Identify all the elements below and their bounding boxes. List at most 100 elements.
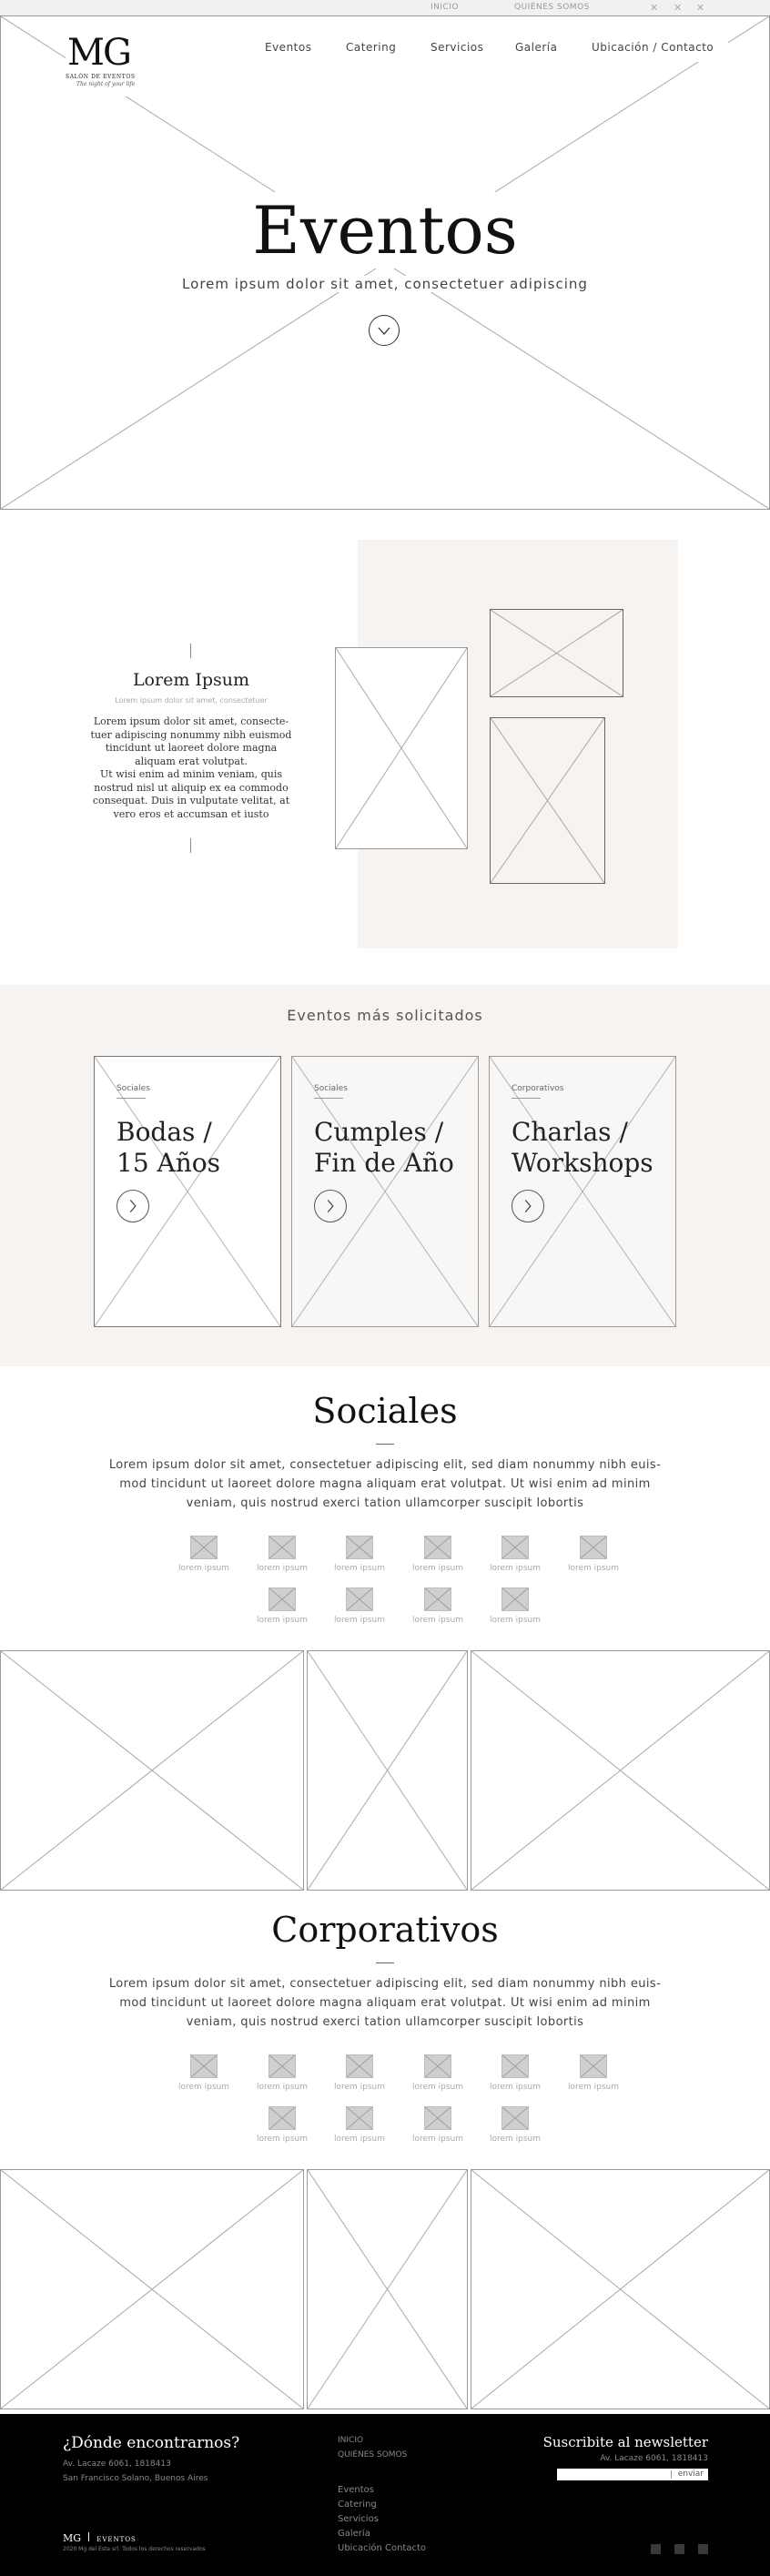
hero-title-wrap: Eventos — [0, 189, 770, 271]
corporativos-thumbnail-label: lorem ipsum — [256, 2135, 309, 2144]
sociales-text: Lorem ipsum dolor sit amet, consectetuer… — [108, 1458, 662, 1510]
chevron-right-icon — [129, 1199, 137, 1213]
corporativos-thumbnail[interactable] — [346, 2106, 373, 2130]
corporativos-thumbnail[interactable] — [190, 2054, 218, 2078]
popular-title: Eventos más solicitados — [287, 1007, 483, 1024]
sociales-thumbnail-label: lorem ipsum — [256, 1564, 309, 1573]
about-image-3 — [490, 717, 605, 884]
card-arrow-button[interactable] — [117, 1190, 149, 1222]
sociales-thumbnail[interactable] — [268, 1536, 296, 1559]
corporativos-thumbnail-label: lorem ipsum — [489, 2135, 542, 2144]
scroll-down-button[interactable] — [369, 315, 400, 346]
card-arrow-button[interactable] — [314, 1190, 347, 1222]
sociales-thumbnail-label: lorem ipsum — [489, 1564, 542, 1573]
card-category: Corporativos — [512, 1084, 564, 1093]
event-card-charlas[interactable]: Corporativos Charlas / Workshops — [489, 1056, 676, 1327]
sociales-thumbnail[interactable] — [424, 1587, 451, 1611]
logo-tagline: The night of your life — [76, 81, 136, 87]
footer-link-eventos[interactable]: Eventos — [338, 2485, 374, 2495]
sociales-thumbnail[interactable] — [424, 1536, 451, 1559]
about-subtitle: Lorem ipsum dolor sit amet, consectetuer — [115, 696, 268, 705]
sociales-thumbnail-label: lorem ipsum — [567, 1564, 620, 1573]
corporativos-thumbnail[interactable] — [502, 2054, 529, 2078]
corporativos-thumbnail-label: lorem ipsum — [567, 2083, 620, 2092]
event-card-bodas[interactable]: Sociales Bodas /15 Años — [94, 1056, 281, 1327]
corporativos-thumbnail-label: lorem ipsum — [256, 2083, 309, 2092]
sociales-thumbnail[interactable] — [502, 1587, 529, 1611]
corporativos-gallery-image-1 — [0, 2169, 304, 2409]
sociales-thumbnail[interactable] — [190, 1536, 218, 1559]
footer-address-1: Av. Lacaze 6061, 1818413 — [63, 2459, 171, 2469]
top-bar: INICIO QUIÉNES SOMOS ✕ ✕ ✕ — [0, 0, 770, 15]
footer-where-title: ¿Dónde encontrarnos? — [63, 2434, 240, 2452]
nav-galeria[interactable]: Galería — [515, 41, 558, 54]
sociales-thumbnail-label: lorem ipsum — [411, 1616, 464, 1625]
sociales-thumbnail-label: lorem ipsum — [256, 1616, 309, 1625]
corporativos-thumbnail[interactable] — [268, 2106, 296, 2130]
footer-link-galeria[interactable]: Galería — [338, 2529, 370, 2539]
footer-social-icon-2[interactable] — [674, 2544, 684, 2554]
card-arrow-button[interactable] — [512, 1190, 544, 1222]
hero-subtitle-wrap: Lorem ipsum dolor sit amet, consectetuer… — [0, 275, 770, 292]
card-title: Charlas / Workshops — [512, 1117, 653, 1178]
sociales-thumbnail-label: lorem ipsum — [333, 1616, 386, 1625]
sociales-thumbnail[interactable] — [502, 1536, 529, 1559]
top-link-quienes-somos[interactable]: QUIÉNES SOMOS — [514, 3, 590, 12]
logo[interactable]: MG SALÓN DE EVENTOS The night of your li… — [66, 33, 138, 96]
corporativos-gallery-image-2 — [307, 2169, 468, 2409]
corporativos-thumbnail[interactable] — [346, 2054, 373, 2078]
corporativos-text: Lorem ipsum dolor sit amet, consectetuer… — [108, 1977, 662, 2029]
newsletter-email-input[interactable]: enviar — [557, 2469, 708, 2480]
about-title: Lorem Ipsum — [132, 670, 250, 690]
corporativos-thumbnail[interactable] — [502, 2106, 529, 2130]
footer-social-icon-3[interactable] — [698, 2544, 708, 2554]
corporativos-gallery-image-3 — [471, 2169, 770, 2409]
card-category-line — [512, 1098, 541, 1099]
footer-link-catering[interactable]: Catering — [338, 2500, 377, 2510]
chevron-right-icon — [524, 1199, 532, 1213]
corporativos-thumbnail[interactable] — [268, 2054, 296, 2078]
nav-ubicacion-contacto[interactable]: Ubicación / Contacto — [592, 41, 714, 54]
newsletter-send-button[interactable]: enviar — [678, 2470, 704, 2479]
social-icon-2[interactable]: ✕ — [674, 2, 682, 14]
footer-logo-mark: MG — [63, 2532, 82, 2544]
footer-logo[interactable]: MG EVENTOS — [63, 2528, 137, 2544]
about-text: Lorem ipsum dolor sit amet, consecte- tu… — [90, 715, 292, 820]
sociales-thumbnail[interactable] — [346, 1587, 373, 1611]
corporativos-thumbnail-label: lorem ipsum — [411, 2135, 464, 2144]
card-category-line — [314, 1098, 343, 1099]
sociales-thumbnail-label: lorem ipsum — [411, 1564, 464, 1573]
corporativos-thumbnail-label: lorem ipsum — [177, 2083, 230, 2092]
corporativos-title: Corporativos — [271, 1910, 499, 1950]
corporativos-thumbnail[interactable] — [424, 2106, 451, 2130]
card-title: Cumples / Fin de Año — [314, 1117, 454, 1178]
sociales-title: Sociales — [312, 1391, 458, 1431]
sociales-thumbnail[interactable] — [580, 1536, 607, 1559]
nav-eventos[interactable]: Eventos — [265, 41, 311, 54]
corporativos-thumbnail-label: lorem ipsum — [333, 2083, 386, 2092]
footer-link-servicios[interactable]: Servicios — [338, 2514, 379, 2524]
nav-servicios[interactable]: Servicios — [431, 41, 483, 54]
sociales-thumbnail-label: lorem ipsum — [333, 1564, 386, 1573]
footer: ¿Dónde encontrarnos? Av. Lacaze 6061, 18… — [0, 2414, 770, 2576]
footer-link-quienes-somos[interactable]: QUIÉNES SOMOS — [338, 2450, 407, 2459]
top-link-inicio[interactable]: INICIO — [431, 3, 459, 12]
social-icon-3[interactable]: ✕ — [696, 2, 704, 14]
nav-catering[interactable]: Catering — [346, 41, 396, 54]
footer-link-ubicacion-contacto[interactable]: Ubicación Contacto — [338, 2543, 426, 2553]
footer-address-2: San Francisco Solano, Buenos Aires — [63, 2474, 208, 2483]
footer-link-inicio[interactable]: INICIO — [338, 2436, 363, 2445]
corporativos-thumbnail[interactable] — [580, 2054, 607, 2078]
corporativos-thumbnail[interactable] — [424, 2054, 451, 2078]
sociales-thumbnail[interactable] — [346, 1536, 373, 1559]
sociales-thumbnail-label: lorem ipsum — [489, 1616, 542, 1625]
social-icon-1[interactable]: ✕ — [650, 2, 658, 14]
event-card-cumples[interactable]: Sociales Cumples / Fin de Año — [291, 1056, 479, 1327]
sociales-divider — [376, 1444, 394, 1445]
sociales-thumbnail[interactable] — [268, 1587, 296, 1611]
card-category-line — [117, 1098, 146, 1099]
newsletter-subtitle: Av. Lacaze 6061, 1818413 — [600, 2454, 708, 2463]
newsletter-separator — [671, 2470, 672, 2479]
footer-social-icon-1[interactable] — [651, 2544, 661, 2554]
newsletter-title: Suscribite al newsletter — [542, 2434, 708, 2450]
